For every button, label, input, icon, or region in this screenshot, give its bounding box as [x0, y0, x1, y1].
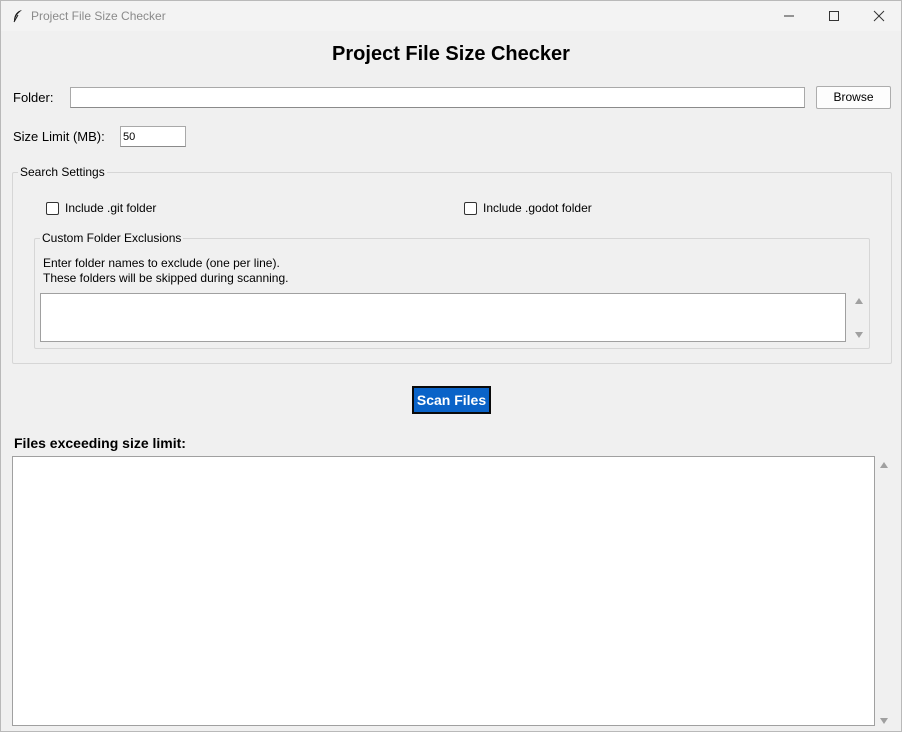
scroll-down-icon[interactable]	[879, 717, 889, 725]
custom-exclusions-title: Custom Folder Exclusions	[42, 231, 182, 245]
checkbox-box[interactable]	[464, 201, 477, 215]
minimize-button[interactable]	[765, 1, 811, 31]
app-window: Project File Size Checker Project File S…	[0, 0, 902, 732]
exclusions-help-line-2: These folders will be skipped during sca…	[43, 271, 289, 285]
results-textarea[interactable]	[12, 456, 875, 726]
minimize-icon	[784, 15, 794, 17]
scroll-up-icon[interactable]	[879, 461, 889, 469]
checkbox-box[interactable]	[46, 201, 59, 215]
browse-button[interactable]: Browse	[816, 86, 891, 109]
size-limit-label: Size Limit (MB):	[13, 129, 105, 144]
close-button[interactable]	[855, 1, 901, 31]
size-limit-input[interactable]	[120, 126, 186, 147]
scan-files-button[interactable]: Scan Files	[412, 386, 491, 414]
exclusions-help-line-1: Enter folder names to exclude (one per l…	[43, 256, 280, 270]
close-icon	[873, 10, 885, 22]
feather-icon	[12, 9, 24, 23]
include-godot-checkbox[interactable]: Include .godot folder	[464, 201, 592, 215]
title-bar[interactable]: Project File Size Checker	[1, 1, 901, 31]
exclusions-textarea[interactable]	[40, 293, 846, 342]
folder-input[interactable]	[70, 87, 805, 108]
page-title: Project File Size Checker	[332, 43, 570, 65]
maximize-button[interactable]	[810, 1, 856, 31]
scroll-up-icon[interactable]	[854, 297, 864, 305]
maximize-icon	[829, 11, 839, 21]
search-settings-title: Search Settings	[20, 165, 105, 179]
include-git-label: Include .git folder	[65, 201, 157, 215]
window-title: Project File Size Checker	[31, 9, 166, 23]
include-git-checkbox[interactable]: Include .git folder	[46, 201, 156, 215]
results-label: Files exceeding size limit:	[14, 435, 186, 451]
scroll-down-icon[interactable]	[854, 331, 864, 339]
include-godot-label: Include .godot folder	[483, 201, 592, 215]
folder-label: Folder:	[13, 90, 54, 105]
